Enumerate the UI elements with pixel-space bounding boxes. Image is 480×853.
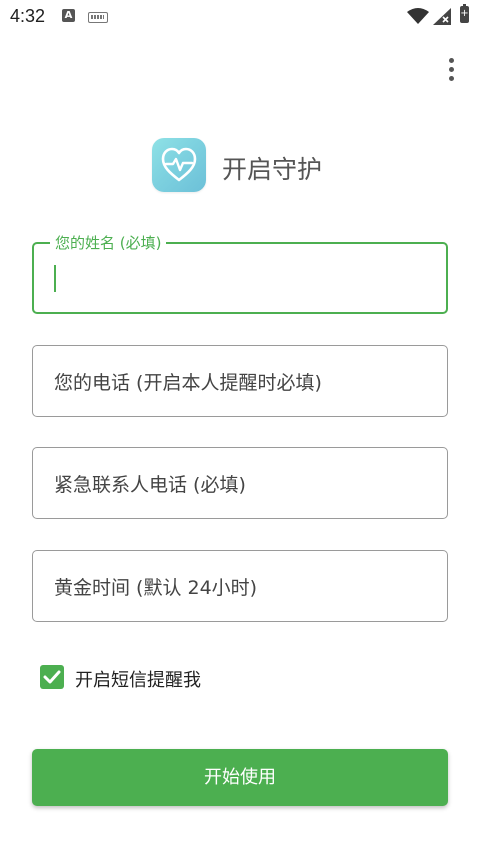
overflow-menu-icon[interactable] xyxy=(440,56,462,84)
text-cursor xyxy=(54,265,56,292)
notification-a-icon: A xyxy=(62,9,75,22)
keyboard-icon xyxy=(88,12,108,23)
phone-field-placeholder: 您的电话 (开启本人提醒时必填) xyxy=(54,372,322,394)
check-icon xyxy=(43,670,61,684)
name-field-label: 您的姓名 (必填) xyxy=(50,232,167,253)
signal-icon xyxy=(433,8,451,25)
wifi-icon xyxy=(407,8,429,24)
heart-pulse-icon xyxy=(152,138,206,192)
sms-reminder-checkbox[interactable] xyxy=(40,665,64,689)
page-title: 开启守护 xyxy=(222,155,323,184)
sms-reminder-label: 开启短信提醒我 xyxy=(75,670,201,691)
battery-icon: + xyxy=(460,4,469,23)
name-field[interactable]: 您的姓名 (必填) xyxy=(32,232,448,314)
golden-time-placeholder: 黄金时间 (默认 24小时) xyxy=(54,577,258,599)
status-bar: 4:32 A + xyxy=(0,0,480,34)
start-button[interactable]: 开始使用 xyxy=(32,749,448,806)
phone-field[interactable]: 您的电话 (开启本人提醒时必填) xyxy=(32,345,448,417)
golden-time-field[interactable]: 黄金时间 (默认 24小时) xyxy=(32,550,448,622)
emergency-contact-placeholder: 紧急联系人电话 (必填) xyxy=(54,474,246,496)
status-time: 4:32 xyxy=(10,6,46,26)
emergency-contact-field[interactable]: 紧急联系人电话 (必填) xyxy=(32,447,448,519)
